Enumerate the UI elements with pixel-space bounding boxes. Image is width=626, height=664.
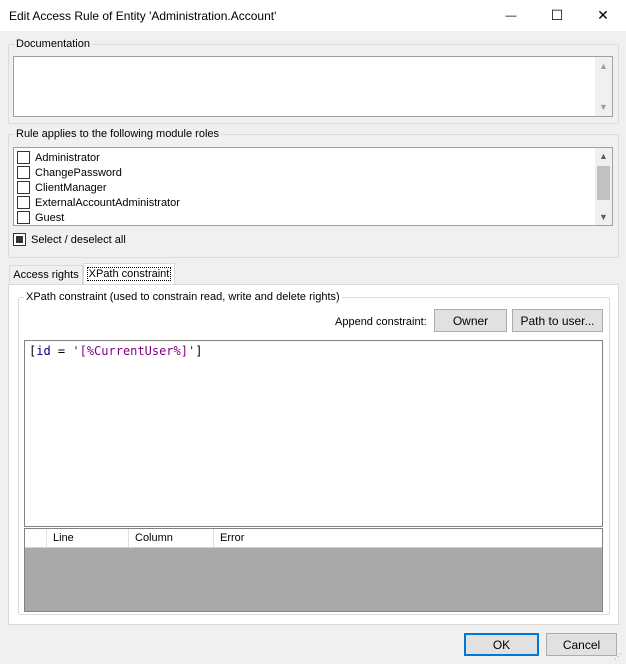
roles-list[interactable]: Administrator ChangePassword ClientManag…	[13, 147, 613, 226]
xpath-editor[interactable]: [id = '[%CurrentUser%]']	[24, 340, 603, 527]
scroll-up-icon[interactable]: ▲	[595, 61, 612, 71]
tab-label: XPath constraint	[86, 267, 172, 281]
code-string: '[%CurrentUser%]'	[72, 344, 196, 358]
minimize-icon: —	[505, 9, 517, 22]
scroll-down-icon[interactable]: ▼	[595, 212, 612, 222]
append-constraint-label: Append constraint:	[335, 316, 427, 328]
role-item-changepassword[interactable]: ChangePassword	[17, 165, 180, 180]
role-checkbox[interactable]	[17, 196, 30, 209]
roles-scrollbar[interactable]: ▲ ▼	[595, 148, 612, 225]
role-checkbox[interactable]	[17, 151, 30, 164]
maximize-button[interactable]: ☐	[534, 0, 580, 31]
cancel-button[interactable]: Cancel	[546, 633, 617, 656]
xpath-legend: XPath constraint (used to constrain read…	[24, 291, 342, 303]
error-grid[interactable]: Line Column Error	[24, 528, 603, 612]
tab-page-xpath: XPath constraint (used to constrain read…	[8, 284, 619, 625]
close-icon: ✕	[597, 7, 609, 23]
role-label: Guest	[35, 211, 65, 224]
select-all-toggle[interactable]: Select / deselect all	[13, 233, 126, 246]
tab-label: Access rights	[13, 269, 79, 281]
xpath-code-line: [id = '[%CurrentUser%]']	[29, 344, 202, 358]
role-label: Administrator	[35, 151, 100, 164]
window-title: Edit Access Rule of Entity 'Administrati…	[9, 9, 277, 23]
roles-legend: Rule applies to the following module rol…	[14, 128, 222, 140]
role-label: ChangePassword	[35, 166, 122, 179]
scrollbar-thumb[interactable]	[597, 166, 610, 200]
error-grid-header: Line Column Error	[25, 529, 602, 548]
role-checkbox[interactable]	[17, 211, 30, 224]
documentation-scrollbar[interactable]: ▲ ▼	[595, 57, 612, 116]
owner-button[interactable]: Owner	[434, 309, 507, 332]
maximize-icon: ☐	[550, 7, 564, 23]
select-all-label: Select / deselect all	[31, 233, 126, 246]
documentation-legend: Documentation	[14, 38, 92, 50]
close-button[interactable]: ✕	[580, 0, 626, 31]
role-item-guest[interactable]: Guest	[17, 210, 180, 225]
indeterminate-mark-icon	[16, 236, 23, 243]
documentation-textarea[interactable]: ▲ ▼	[13, 56, 613, 117]
tab-xpath-constraint[interactable]: XPath constraint	[83, 263, 175, 284]
role-item-clientmanager[interactable]: ClientManager	[17, 180, 180, 195]
scroll-up-icon[interactable]: ▲	[595, 151, 612, 161]
role-label: ExternalAccountAdministrator	[35, 196, 180, 209]
path-to-user-button[interactable]: Path to user...	[512, 309, 603, 332]
tab-access-rights[interactable]: Access rights	[9, 265, 83, 284]
code-operator: =	[50, 344, 73, 358]
roles-items: Administrator ChangePassword ClientManag…	[17, 150, 180, 225]
select-all-checkbox[interactable]	[13, 233, 26, 246]
role-item-administrator[interactable]: Administrator	[17, 150, 180, 165]
role-item-externalaccountadministrator[interactable]: ExternalAccountAdministrator	[17, 195, 180, 210]
column-header-column[interactable]: Column	[128, 529, 210, 547]
ok-button[interactable]: OK	[464, 633, 539, 656]
role-checkbox[interactable]	[17, 166, 30, 179]
minimize-button[interactable]: —	[488, 0, 534, 31]
role-label: ClientManager	[35, 181, 107, 194]
resize-grip-icon[interactable]: ⋰	[614, 652, 624, 662]
column-header-line[interactable]: Line	[46, 529, 128, 547]
code-bracket: ]	[195, 344, 203, 358]
role-checkbox[interactable]	[17, 181, 30, 194]
title-bar[interactable]: Edit Access Rule of Entity 'Administrati…	[0, 0, 626, 31]
scroll-down-icon[interactable]: ▼	[595, 102, 612, 112]
column-header-error[interactable]: Error	[213, 529, 600, 547]
code-attribute: id	[36, 344, 51, 358]
